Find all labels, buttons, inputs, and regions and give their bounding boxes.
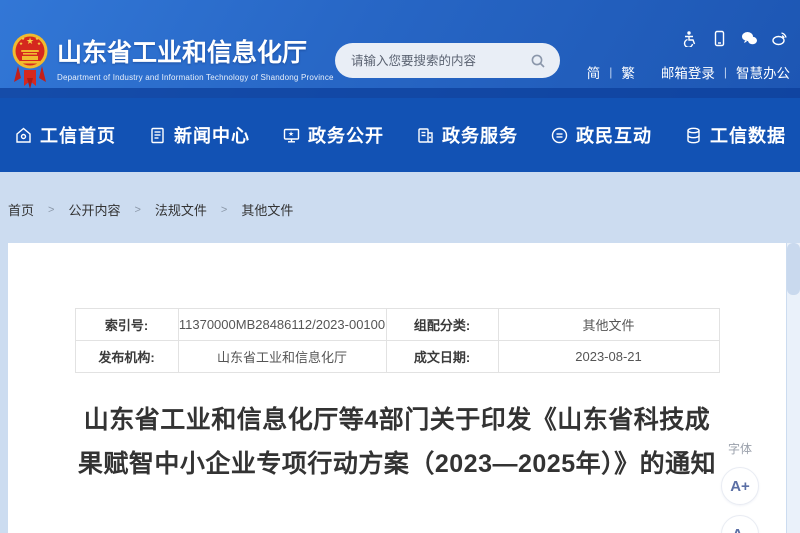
search-box[interactable]	[335, 43, 560, 78]
document-meta-table: 索引号: 11370000MB28486112/2023-00100 组配分类:…	[75, 308, 720, 373]
wechat-icon[interactable]	[741, 30, 758, 47]
article-title: 山东省工业和信息化厅等4部门关于印发《山东省科技成果赋智中小企业专项行动方案（2…	[77, 398, 717, 486]
table-row: 索引号: 11370000MB28486112/2023-00100 组配分类:…	[75, 309, 719, 341]
breadcrumb-separator: >	[221, 204, 227, 216]
breadcrumb: 首页 > 公开内容 > 法规文件 > 其他文件	[8, 200, 293, 219]
divider: |	[609, 65, 612, 79]
meta-value-issuer: 山东省工业和信息化厅	[178, 341, 386, 373]
svg-text:★: ★	[19, 41, 23, 46]
nav-item-home[interactable]: 工信首页	[14, 122, 116, 148]
breadcrumb-separator: >	[134, 204, 140, 216]
monitor-icon: ★	[282, 126, 301, 145]
meta-label-category: 组配分类:	[386, 309, 498, 341]
breadcrumb-home[interactable]: 首页	[8, 200, 34, 219]
divider: |	[724, 65, 727, 79]
mail-login-link[interactable]: 邮箱登录	[661, 62, 715, 82]
font-size-controls: 字体 A+ A-	[721, 440, 759, 533]
meta-value-index: 11370000MB28486112/2023-00100	[178, 309, 386, 341]
site-title-english: Department of Industry and Information T…	[57, 73, 317, 82]
database-icon	[684, 126, 703, 145]
nav-item-gov-disclosure[interactable]: ★ 政务公开	[282, 122, 384, 148]
nav-label: 工信首页	[40, 122, 116, 148]
document-card: 索引号: 11370000MB28486112/2023-00100 组配分类:…	[8, 243, 786, 533]
nav-item-data[interactable]: 工信数据	[684, 122, 786, 148]
nav-label: 政务公开	[308, 122, 384, 148]
accessibility-icon[interactable]	[681, 30, 698, 47]
meta-label-index: 索引号:	[75, 309, 178, 341]
svg-text:★: ★	[288, 131, 295, 138]
nav-label: 政务服务	[442, 122, 518, 148]
nav-label: 新闻中心	[174, 122, 250, 148]
table-row: 发布机构: 山东省工业和信息化厅 成文日期: 2023-08-21	[75, 341, 719, 373]
header-quick-links: 简 | 繁 邮箱登录 | 智慧办公	[587, 62, 790, 82]
site-title: 山东省工业和信息化厅	[57, 33, 317, 69]
meta-value-category: 其他文件	[498, 309, 719, 341]
font-decrease-button[interactable]: A-	[721, 515, 759, 533]
page-body: 首页 > 公开内容 > 法规文件 > 其他文件 索引号: 11370000MB2…	[0, 172, 800, 533]
scrollbar-thumb[interactable]	[787, 243, 800, 295]
national-emblem-logo: ★ ★ ★ ★ ★	[12, 26, 48, 95]
news-icon	[148, 126, 167, 145]
search-input[interactable]	[351, 54, 530, 68]
lang-simplified-link[interactable]: 简	[587, 62, 601, 82]
nav-label: 政民互动	[576, 122, 652, 148]
breadcrumb-regulation-files[interactable]: 法规文件	[155, 200, 207, 219]
meta-label-issuer: 发布机构:	[75, 341, 178, 373]
font-size-label: 字体	[721, 440, 759, 457]
lang-traditional-link[interactable]: 繁	[621, 62, 635, 82]
meta-value-date: 2023-08-21	[498, 341, 719, 373]
meta-label-date: 成文日期:	[386, 341, 498, 373]
site-header: ★ ★ ★ ★ ★ 山东省工业和信息化厅 Department of Indus…	[0, 0, 800, 98]
smart-office-link[interactable]: 智慧办公	[736, 62, 790, 82]
breadcrumb-open-content[interactable]: 公开内容	[68, 200, 120, 219]
nav-label: 工信数据	[710, 122, 786, 148]
building-icon	[416, 126, 435, 145]
main-nav: 工信首页 新闻中心 ★ 政务公开 政务服务	[0, 98, 800, 172]
svg-text:★: ★	[26, 36, 34, 46]
svg-text:★: ★	[37, 41, 41, 46]
breadcrumb-other-files[interactable]: 其他文件	[241, 200, 293, 219]
search-icon[interactable]	[530, 53, 546, 69]
breadcrumb-separator: >	[48, 204, 54, 216]
header-utility-icons	[681, 30, 788, 47]
home-icon	[14, 126, 33, 145]
nav-item-interaction[interactable]: 政民互动	[550, 122, 652, 148]
weibo-icon[interactable]	[771, 30, 788, 47]
interaction-icon	[550, 126, 569, 145]
scrollbar-track[interactable]	[787, 243, 800, 533]
mobile-icon[interactable]	[711, 30, 728, 47]
nav-item-news[interactable]: 新闻中心	[148, 122, 250, 148]
brand-block: 山东省工业和信息化厅 Department of Industry and In…	[57, 33, 317, 82]
nav-item-gov-services[interactable]: 政务服务	[416, 122, 518, 148]
font-increase-button[interactable]: A+	[721, 467, 759, 505]
